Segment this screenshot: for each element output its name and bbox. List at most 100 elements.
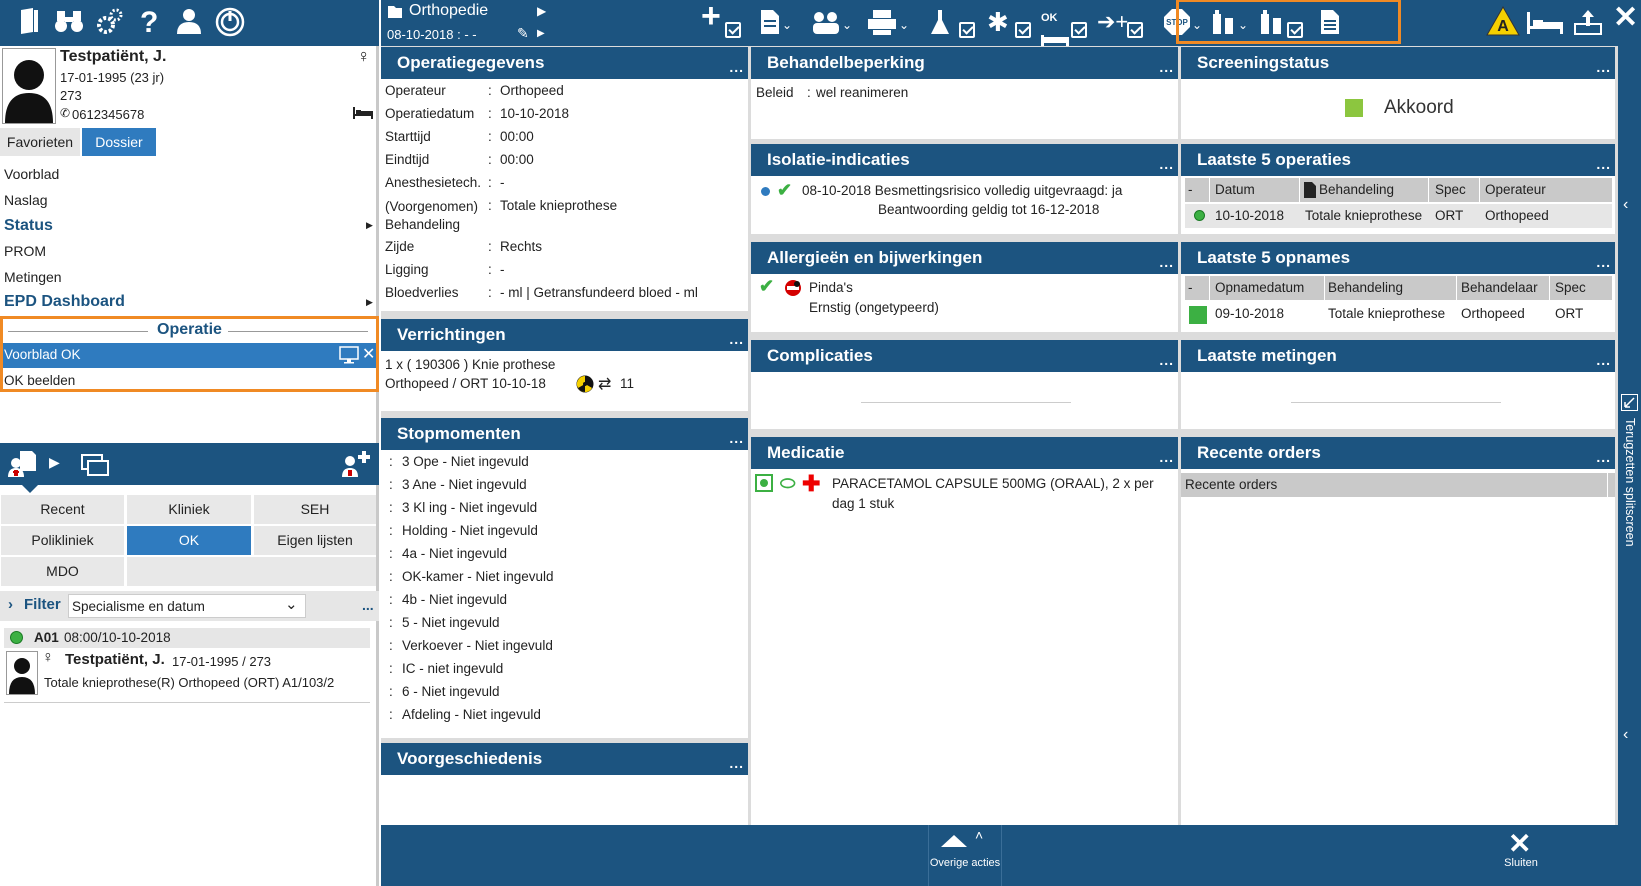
help-icon[interactable]: ? [140, 7, 158, 39]
pencil-icon[interactable]: ✎ [517, 25, 529, 42]
col-header[interactable]: Datum [1215, 178, 1255, 202]
chevron-down-icon[interactable]: ⌄ [899, 18, 909, 32]
skeleton-check-icon[interactable] [1015, 22, 1031, 38]
transfer-check-icon[interactable] [1127, 22, 1143, 38]
ok-check-icon[interactable] [1071, 22, 1087, 38]
more-icon[interactable]: ... [1596, 148, 1611, 180]
windows-icon[interactable] [80, 453, 110, 480]
restore-splitscreen-label[interactable]: Terugzetten splitscreen [1618, 418, 1641, 618]
more-icon[interactable]: ... [1159, 344, 1174, 376]
chevron-left-icon[interactable]: ‹ [1623, 196, 1628, 214]
list-item[interactable]: 5 - Niet ingevuld [402, 615, 500, 630]
list-item[interactable]: OK-kamer - Niet ingevuld [402, 569, 554, 584]
restore-icon[interactable] [1621, 394, 1638, 411]
more-icon[interactable]: ... [729, 422, 744, 454]
more-icon[interactable]: ... [1596, 344, 1611, 376]
transfer-add-icon[interactable]: ➔+ [1097, 8, 1128, 36]
more-icon[interactable]: ... [729, 51, 744, 83]
nav-voorblad-ok[interactable]: Voorblad OK ✕ [3, 343, 376, 368]
chevron-right-icon[interactable]: ▶ [366, 297, 373, 308]
binoculars-icon[interactable] [54, 7, 84, 42]
chevron-down-icon[interactable]: ⌄ [285, 595, 298, 613]
patient-add-icon[interactable] [340, 449, 372, 480]
nav-metingen[interactable]: Metingen [4, 269, 62, 285]
more-icon[interactable]: ... [362, 597, 374, 613]
col-header[interactable]: Opnamedatum [1215, 276, 1304, 300]
close-icon[interactable]: ✕ [1613, 3, 1638, 33]
list-item[interactable]: 4b - Niet ingevuld [402, 592, 507, 607]
power-icon[interactable] [215, 7, 245, 44]
tab-favorieten[interactable]: Favorieten [0, 128, 80, 156]
add-icon[interactable]: + [701, 0, 721, 33]
list-item[interactable]: Holding - Niet ingevuld [402, 523, 538, 538]
col-header[interactable]: Behandeling [1328, 276, 1403, 300]
more-icon[interactable]: ... [1159, 441, 1174, 473]
skeleton-icon[interactable]: ✱ [987, 8, 1009, 36]
more-icon[interactable]: ... [729, 323, 744, 355]
monitor-icon[interactable] [339, 346, 359, 367]
worklist-entry[interactable]: ♀ Testpatiënt, J. 17-01-1995 / 273 Total… [4, 649, 370, 699]
user-icon[interactable] [175, 7, 203, 42]
chevron-right-small-icon[interactable]: ▶ [537, 28, 545, 39]
chevron-down-icon[interactable]: ⌄ [842, 18, 852, 32]
settings-icon[interactable] [96, 7, 124, 42]
more-icon[interactable]: ... [1159, 51, 1174, 83]
worklist-polikliniek[interactable]: Polikliniek [1, 526, 124, 555]
patient-doc-icon[interactable] [8, 449, 38, 480]
list-item[interactable]: 3 Ane - Niet ingevuld [402, 477, 527, 492]
lab-check-icon[interactable] [959, 22, 975, 38]
printer-icon[interactable] [867, 8, 897, 43]
col-header[interactable]: Spec [1435, 178, 1466, 202]
more-icon[interactable]: ... [1596, 441, 1611, 473]
col-header[interactable]: Spec [1555, 276, 1586, 300]
list-item[interactable]: 4a - Niet ingevuld [402, 546, 507, 561]
chevron-down-icon[interactable]: ⌄ [782, 18, 792, 32]
col-header[interactable]: Behandeling [1319, 178, 1394, 202]
more-icon[interactable]: ... [729, 747, 744, 779]
context-title[interactable]: Orthopedie [409, 2, 488, 20]
list-item[interactable]: Afdeling - Niet ingevuld [402, 707, 541, 722]
bed-icon[interactable] [1525, 8, 1565, 43]
sluiten-button[interactable]: ✕ Sluiten [1491, 825, 1551, 886]
add-check-icon[interactable] [725, 22, 741, 38]
list-item[interactable]: 6 - Niet ingevuld [402, 684, 500, 699]
close-icon[interactable]: ✕ [362, 344, 375, 364]
more-icon[interactable]: ... [1596, 51, 1611, 83]
chevron-right-icon[interactable]: ▶ [49, 454, 60, 471]
col-header[interactable]: Behandelaar [1461, 276, 1538, 300]
filter-chevron-icon[interactable]: › [8, 596, 13, 613]
list-item[interactable]: IC - niet ingevuld [402, 661, 503, 676]
nav-voorblad[interactable]: Voorblad [4, 166, 59, 182]
list-item[interactable]: Verkoever - Niet ingevuld [402, 638, 553, 653]
worklist-recent[interactable]: Recent [1, 495, 124, 524]
worklist-eigen-lijsten[interactable]: Eigen lijsten [254, 526, 376, 555]
table-row[interactable]: 09-10-2018 Totale knieprothese Orthopeed… [1185, 302, 1612, 326]
more-icon[interactable]: ... [1159, 148, 1174, 180]
export-icon[interactable] [1573, 8, 1603, 43]
worklist-seh[interactable]: SEH [254, 495, 376, 524]
col-header[interactable]: Operateur [1485, 178, 1546, 202]
tab-dossier[interactable]: Dossier [82, 128, 156, 156]
nav-epd-dashboard[interactable]: EPD Dashboard [4, 293, 125, 311]
lab-icon[interactable] [929, 8, 955, 43]
nav-status[interactable]: Status [4, 217, 53, 235]
worklist-mdo[interactable]: MDO [1, 557, 124, 586]
book-icon[interactable] [18, 7, 42, 42]
document-icon[interactable] [759, 8, 781, 43]
worklist-entry-header[interactable]: A01 08:00/10-10-2018 [4, 628, 370, 648]
worklist-ok[interactable]: OK [127, 526, 251, 555]
group-icon[interactable] [811, 8, 841, 43]
more-icon[interactable]: ... [1159, 246, 1174, 278]
nav-ok-beelden[interactable]: OK beelden [4, 373, 75, 388]
worklist-kliniek[interactable]: Kliniek [127, 495, 251, 524]
table-row[interactable]: 10-10-2018 Totale knieprothese ORT Ortho… [1185, 204, 1612, 228]
alert-icon[interactable]: A [1486, 5, 1520, 43]
overige-acties-button[interactable]: ˄ Overige acties [929, 825, 1001, 886]
list-item[interactable]: 3 Kl ing - Niet ingevuld [402, 500, 537, 515]
more-icon[interactable]: ... [1596, 246, 1611, 278]
chevron-right-icon[interactable]: ▶ [537, 4, 546, 18]
chevron-left-icon[interactable]: ‹ [1623, 726, 1628, 744]
list-item[interactable]: 3 Ope - Niet ingevuld [402, 454, 529, 469]
nav-prom[interactable]: PROM [4, 243, 46, 259]
filter-select[interactable]: Specialisme en datum ⌄ [68, 594, 306, 618]
